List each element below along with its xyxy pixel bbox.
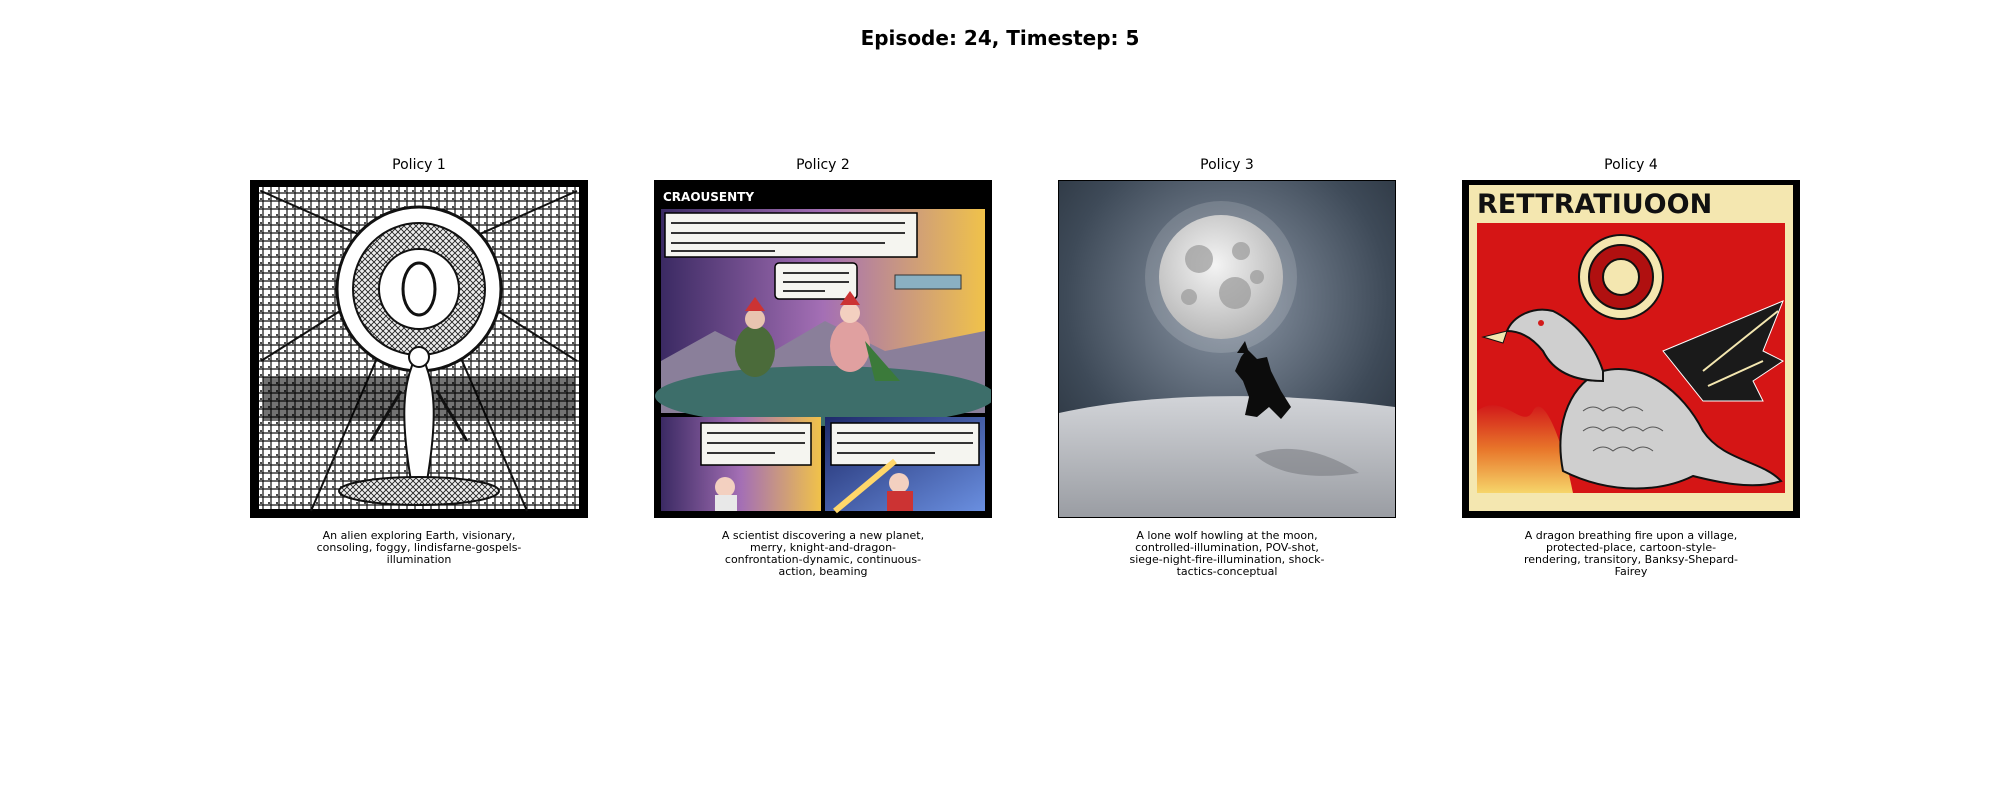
- policy-panel-4: Policy 4 RETTRATIUOON A dragon breathing…: [1462, 156, 1800, 578]
- panel-title: Policy 3: [1200, 157, 1254, 173]
- policy-panel-2: Policy 2 CRAOUSENTY A scientist discover…: [654, 156, 992, 578]
- panel-title: Policy 2: [796, 157, 850, 173]
- ornate-alien-illustration: [251, 181, 587, 517]
- generated-image: [1058, 180, 1396, 518]
- poster-title-text: RETTRATIUOON: [1477, 189, 1712, 220]
- panel-caption: A lone wolf howling at the moon, control…: [1129, 529, 1325, 578]
- policy-panel-3: Policy 3 A lone wolf howling at the moon…: [1058, 156, 1396, 578]
- panel-caption: A dragon breathing fire upon a village, …: [1523, 529, 1739, 578]
- panel-title: Policy 1: [392, 157, 446, 173]
- policy-panel-1: Policy 1 An alien exploring Earth, visio…: [250, 156, 588, 566]
- comic-page-illustration: CRAOUSENTY: [655, 181, 991, 517]
- panel-title: Policy 4: [1604, 157, 1658, 173]
- generated-image: RETTRATIUOON: [1462, 180, 1800, 518]
- figure-title: Episode: 24, Timestep: 5: [860, 26, 1140, 50]
- panel-caption: An alien exploring Earth, visionary, con…: [316, 529, 522, 566]
- dragon-poster-illustration: RETTRATIUOON: [1463, 181, 1799, 517]
- comic-title-text: CRAOUSENTY: [663, 190, 754, 204]
- panel-caption: A scientist discovering a new planet, me…: [721, 529, 925, 578]
- generated-image: CRAOUSENTY: [654, 180, 992, 518]
- moon-wolf-illustration: [1059, 181, 1395, 517]
- generated-image: [250, 180, 588, 518]
